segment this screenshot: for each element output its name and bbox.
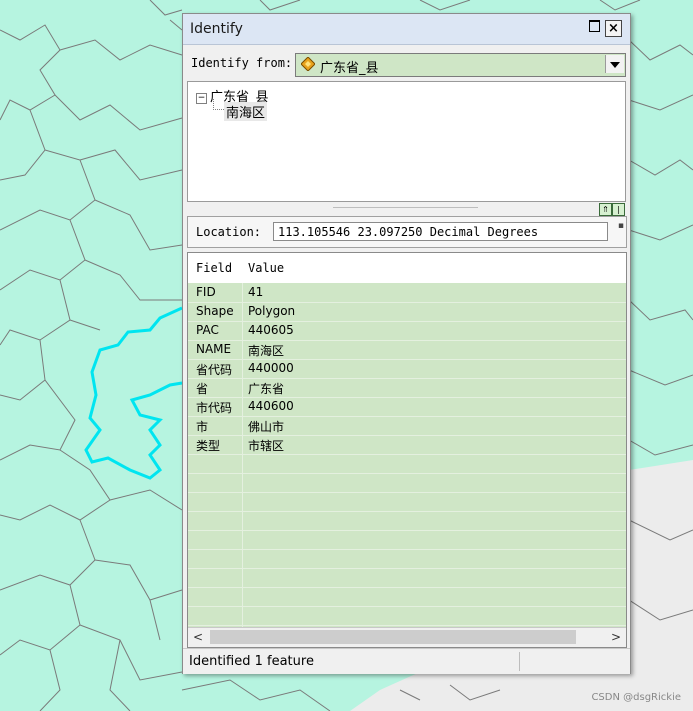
expand-icon[interactable]: ⇑: [599, 203, 612, 216]
location-label: Location:: [196, 225, 262, 239]
value-cell: 南海区: [248, 344, 285, 358]
table-row[interactable]: 省代码 440000: [188, 359, 626, 379]
status-bar: Identified 1 feature: [183, 648, 630, 674]
empty-row: [188, 606, 626, 626]
value-cell: 41: [248, 285, 264, 299]
table-row[interactable]: FID 41: [188, 283, 626, 303]
collapse-icon[interactable]: −: [196, 93, 207, 104]
table-header: Field Value: [188, 253, 626, 283]
empty-row: [188, 587, 626, 607]
close-icon[interactable]: ×: [605, 20, 622, 37]
window-title: Identify: [190, 21, 243, 37]
tree-connector: [213, 99, 224, 110]
status-text: Identified 1 feature: [189, 654, 314, 669]
identify-from-value: 广东省_县: [320, 61, 379, 76]
empty-row: [188, 492, 626, 512]
field-cell: 省: [196, 382, 209, 396]
field-cell: 省代码: [196, 363, 233, 377]
empty-row: [188, 568, 626, 588]
table-row[interactable]: 市 佛山市: [188, 416, 626, 436]
value-cell: 440600: [248, 399, 294, 413]
table-row[interactable]: 类型 市辖区: [188, 435, 626, 455]
table-row[interactable]: NAME 南海区: [188, 340, 626, 360]
title-bar[interactable]: Identify ×: [183, 14, 630, 45]
tree-feature-node[interactable]: 南海区: [224, 102, 268, 121]
identify-from-dropdown[interactable]: 广东省_县: [295, 53, 626, 77]
pane-splitter[interactable]: [333, 207, 478, 208]
value-cell: 440605: [248, 323, 294, 337]
value-cell: Polygon: [248, 304, 296, 318]
field-cell: 市代码: [196, 401, 233, 415]
field-column-header[interactable]: Field: [196, 261, 232, 275]
table-row[interactable]: Shape Polygon: [188, 302, 626, 322]
value-column-header[interactable]: Value: [248, 261, 284, 275]
location-bar: Location: 113.105546 23.097250 Decimal D…: [187, 216, 627, 248]
table-row[interactable]: PAC 440605: [188, 321, 626, 341]
empty-row: [188, 511, 626, 531]
horizontal-scrollbar[interactable]: < >: [188, 627, 626, 647]
results-tree: − 广东省_县 南海区: [187, 81, 626, 202]
empty-row: [188, 549, 626, 569]
identify-from-label: Identify from:: [191, 56, 293, 70]
table-row[interactable]: 市代码 440600: [188, 397, 626, 417]
field-cell: Shape: [196, 304, 234, 318]
attributes-table: Field Value FID 41 Shape Polygon PAC 440605…: [187, 252, 627, 648]
identify-window: Identify × Identify from: 广东省_县 − 广东省_县 南…: [182, 13, 631, 674]
empty-row: [188, 530, 626, 550]
empty-row: [188, 473, 626, 493]
layer-icon: [301, 57, 315, 71]
chevron-down-icon[interactable]: [605, 55, 624, 73]
field-cell: 市: [196, 420, 209, 434]
table-row[interactable]: 省 广东省: [188, 378, 626, 398]
field-cell: FID: [196, 285, 216, 299]
field-cell: NAME: [196, 342, 232, 356]
empty-row: [188, 454, 626, 474]
location-value[interactable]: 113.105546 23.097250 Decimal Degrees: [273, 222, 608, 241]
value-cell: 佛山市: [248, 420, 285, 434]
scroll-thumb[interactable]: [210, 630, 576, 644]
value-cell: 440000: [248, 361, 294, 375]
value-cell: 广东省: [248, 382, 285, 396]
field-cell: 类型: [196, 439, 221, 453]
value-cell: 市辖区: [248, 439, 285, 453]
location-pin-icon[interactable]: ▪: [618, 221, 624, 231]
maximize-icon[interactable]: [587, 20, 602, 35]
watermark-text: CSDN @dsgRickie: [591, 692, 681, 703]
scroll-right-icon[interactable]: >: [611, 630, 621, 644]
pin-icon[interactable]: |: [612, 203, 625, 216]
field-cell: PAC: [196, 323, 219, 337]
status-separator: [519, 652, 520, 671]
scroll-left-icon[interactable]: <: [193, 630, 203, 644]
